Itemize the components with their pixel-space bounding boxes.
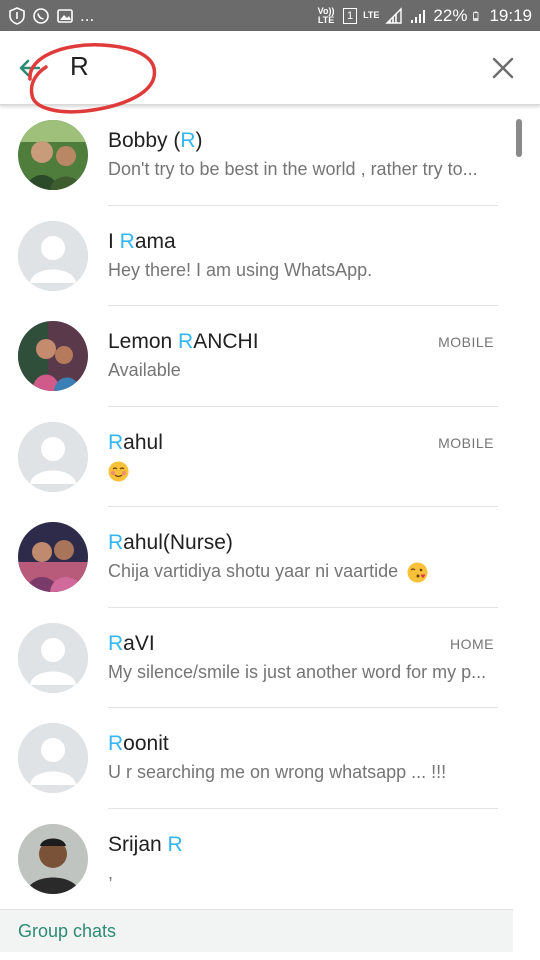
contact-list: Bobby (R) Don't try to be best in the wo… xyxy=(0,105,540,909)
contact-name: Lemon RANCHI xyxy=(108,330,259,353)
sim-indicator: 1 xyxy=(343,7,358,24)
contact-status: , xyxy=(108,862,114,883)
contact-status: U r searching me on wrong whatsapp ... !… xyxy=(108,762,447,782)
contact-name: Rahul xyxy=(108,430,163,454)
overflow-dots: ... xyxy=(80,5,95,25)
avatar[interactable] xyxy=(18,823,88,894)
clock: 19:19 xyxy=(489,5,532,25)
contact-status: My silence/smile is just another word fo… xyxy=(108,661,487,682)
contact-row[interactable]: Bobby (R) Don't try to be best in the wo… xyxy=(0,105,540,206)
contact-row[interactable]: Rahul MOBILE xyxy=(0,407,540,507)
lte-label: LTE xyxy=(363,10,380,20)
status-left: ... xyxy=(8,6,315,26)
contact-status: Chija vartidiya shotu yaar ni vaartide xyxy=(108,561,498,583)
default-avatar-icon[interactable] xyxy=(18,622,88,693)
contact-row[interactable]: Rahul(Nurse) Chija vartidiya shotu yaar … xyxy=(0,507,540,608)
contact-name: I Rama xyxy=(108,229,176,253)
avatar[interactable] xyxy=(18,120,88,190)
contact-status: Don't try to be best in the world , rath… xyxy=(108,159,478,179)
phone-type-label: MOBILE xyxy=(438,334,494,350)
phone-type-label: MOBILE xyxy=(438,434,494,451)
battery-icon xyxy=(473,11,479,21)
default-avatar-icon[interactable] xyxy=(18,220,88,291)
contact-name: Bobby (R) xyxy=(108,129,203,152)
contact-status: Available xyxy=(108,360,181,380)
whatsapp-icon xyxy=(33,7,49,24)
shield-icon xyxy=(9,6,25,25)
contact-row[interactable]: Srijan R , xyxy=(0,809,540,910)
scrollbar-thumb[interactable] xyxy=(516,119,522,157)
default-avatar-icon[interactable] xyxy=(18,421,88,492)
kiss-wink-emoji-icon xyxy=(407,562,428,583)
avatar[interactable] xyxy=(18,522,88,592)
status-right: Vo)) LTE 1 LTE 22% 19:19 xyxy=(315,6,532,26)
phone-type-label: HOME xyxy=(450,635,494,652)
contact-name: RaVI xyxy=(108,631,155,655)
blushing-smile-emoji-icon xyxy=(108,461,129,482)
avatar[interactable] xyxy=(18,321,88,391)
back-arrow-icon[interactable] xyxy=(14,53,44,83)
contact-row[interactable]: I Rama Hey there! I am using WhatsApp. xyxy=(0,206,540,306)
contact-row[interactable]: Lemon RANCHI MOBILE Available xyxy=(0,306,540,407)
group-chats-section: Group chats xyxy=(0,909,513,952)
group-chats-header: Group chats xyxy=(18,921,117,941)
contact-status xyxy=(108,461,498,483)
contact-status: Hey there! I am using WhatsApp. xyxy=(108,259,373,280)
signal-icon-2 xyxy=(411,9,426,23)
contact-row[interactable]: RaVI HOME My silence/smile is just anoth… xyxy=(0,608,540,708)
signal-icon xyxy=(385,6,403,24)
contact-name: Rahul(Nurse) xyxy=(108,531,233,554)
search-header: R xyxy=(0,31,540,114)
contact-row[interactable]: Roonit U r searching me on wrong whatsap… xyxy=(0,708,540,809)
contact-name: Roonit xyxy=(108,732,169,755)
search-input[interactable]: R xyxy=(70,51,89,82)
status-bar: ... Vo)) LTE 1 LTE 22% 19:19 xyxy=(0,0,540,31)
battery-percent: 22% xyxy=(433,5,468,25)
volte-indicator: Vo)) LTE xyxy=(317,5,335,25)
close-icon[interactable] xyxy=(488,53,518,83)
gallery-icon xyxy=(57,8,73,23)
contact-name: Srijan R xyxy=(108,832,183,856)
default-avatar-icon[interactable] xyxy=(18,723,88,793)
